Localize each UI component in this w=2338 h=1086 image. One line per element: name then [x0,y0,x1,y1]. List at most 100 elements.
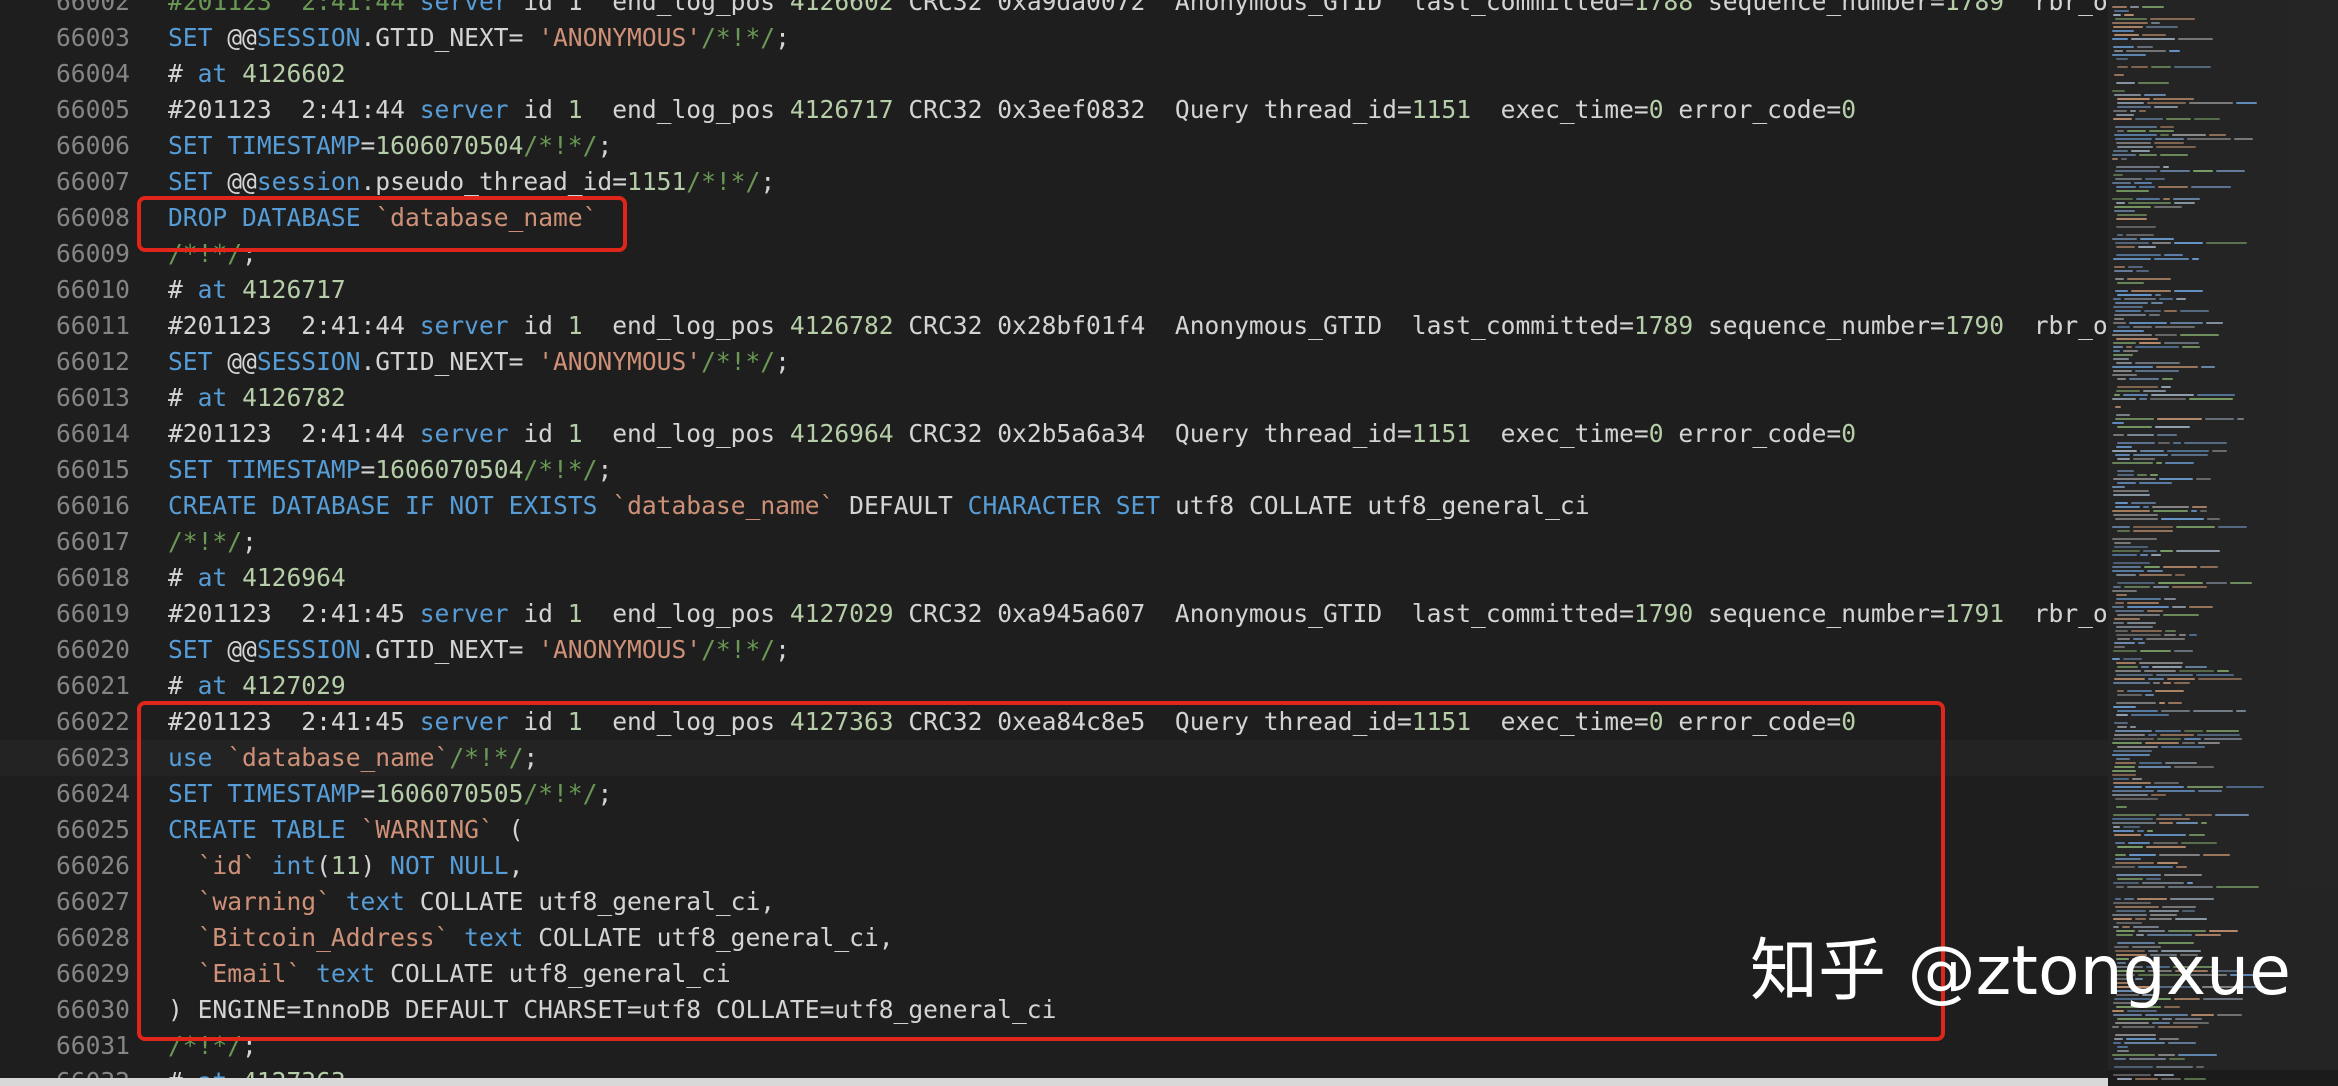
minimap-line [2187,786,2223,788]
minimap-line [2124,898,2134,900]
code-line[interactable]: 66014 #201123 2:41:44 server id 1 end_log… [0,416,2108,452]
minimap-line [2184,738,2201,740]
minimap-line [2174,66,2211,68]
code-line[interactable]: 66018 # at 4126964 [0,560,2108,596]
minimap-line [2147,610,2163,612]
code-line[interactable]: 66019 #201123 2:41:45 server id 1 end_log… [0,596,2108,632]
code-token: `database_name` [612,491,835,520]
minimap-line [2123,826,2140,828]
minimap-line [2117,66,2128,68]
minimap-line [2112,794,2148,796]
minimap-line [2201,366,2215,368]
minimap-line [2138,766,2171,768]
code-token: 4127029 [789,599,894,628]
minimap-line [2115,242,2149,244]
code-token: end_log_pos [582,599,790,628]
code-line[interactable]: 66010 # at 4126717 [0,272,2108,308]
code-line[interactable]: 66012 SET @@SESSION.GTID_NEXT= 'ANONYMOUS… [0,344,2108,380]
minimap-line [2116,922,2142,924]
minimap-line [2133,454,2168,456]
minimap-line [2216,170,2245,172]
minimap-line [2138,246,2156,248]
minimap-line [2151,22,2160,24]
code-text: # at 4126602 [168,56,346,92]
minimap-line [2114,10,2129,12]
line-number: 66006 [55,131,130,160]
code-line[interactable]: 66004 # at 4126602 [0,56,2108,92]
code-line[interactable]: 66021 # at 4127029 [0,668,2108,704]
code-token: 1789 [1944,0,2005,16]
minimap-line [2115,610,2144,612]
minimap-line [2130,6,2139,8]
code-line[interactable]: 66020 SET @@SESSION.GTID_NEXT= 'ANONYMOUS… [0,632,2108,668]
minimap-line [2117,878,2143,880]
minimap-line [2115,502,2128,504]
line-number: 66016 [55,491,130,520]
code-token: DEFAULT [834,491,968,520]
minimap-line [2113,682,2150,684]
minimap-line [2157,738,2181,740]
minimap-line [2115,178,2142,180]
minimap[interactable] [2108,0,2338,1086]
minimap-line [2112,554,2137,556]
minimap-line [2116,910,2146,912]
code-token: NOT [449,491,494,520]
minimap-line [2138,866,2173,868]
minimap-line [2160,126,2174,128]
code-token: CREATE [168,491,257,520]
minimap-line [2116,446,2132,448]
minimap-line [2143,550,2157,552]
code-line[interactable]: 66013 # at 4126782 [0,380,2108,416]
code-token: exec_time= [1471,419,1649,448]
code-token: ; [597,131,613,160]
code-line[interactable]: 66002 #201123 2:41:44 server id 1 end_log… [0,0,2108,20]
code-line[interactable]: 66006 SET TIMESTAMP=1606070504/*!*/; [0,128,2108,164]
code-line[interactable]: 66016 CREATE DATABASE IF NOT EXISTS `data… [0,488,2108,524]
minimap-line [2148,734,2157,736]
code-token: error_code= [1663,95,1842,124]
code-line[interactable]: 66007 SET @@session.pseudo_thread_id=1151… [0,164,2108,200]
minimap-line [2151,794,2166,796]
code-token: server [419,0,509,16]
line-number: 66028 [55,923,130,952]
minimap-line [2114,318,2124,320]
code-text: CREATE DATABASE IF NOT EXISTS `database_… [168,488,1590,524]
code-text: SET @@session.pseudo_thread_id=1151/*!*/… [168,164,775,200]
minimap-line [2135,362,2180,364]
code-line[interactable]: 66005 #201123 2:41:44 server id 1 end_log… [0,92,2108,128]
code-line[interactable]: 66015 SET TIMESTAMP=1606070504/*!*/; [0,452,2108,488]
minimap-line [2163,166,2169,168]
code-line[interactable]: 66017 /*!*/; [0,524,2108,560]
code-line[interactable]: 66003 SET @@SESSION.GTID_NEXT= 'ANONYMOUS… [0,20,2108,56]
horizontal-scrollbar[interactable] [0,1078,2108,1086]
minimap-line [2139,398,2147,400]
minimap-line [2149,314,2160,316]
minimap-line [2205,418,2234,420]
code-line[interactable]: 66011 #201123 2:41:44 server id 1 end_log… [0,308,2108,344]
minimap-line [2115,290,2128,292]
minimap-line [2137,830,2144,832]
minimap-line [2181,842,2217,844]
minimap-line [2155,730,2181,732]
minimap-line [2156,818,2190,820]
minimap-line [2116,218,2147,220]
code-token: 1 [567,311,583,340]
code-token: # [168,59,198,88]
code-token: 4126717 [242,275,346,304]
minimap-line [2127,278,2171,280]
code-token: /*!*/ [523,455,598,484]
minimap-line [2117,458,2130,460]
minimap-line [2187,882,2193,884]
code-text: SET @@SESSION.GTID_NEXT= 'ANONYMOUS'/*!*… [168,632,790,668]
minimap-line [2139,186,2155,188]
minimap-line [2175,918,2207,920]
minimap-line [2113,1074,2151,1076]
minimap-line [2113,26,2143,28]
minimap-line [2112,238,2137,240]
minimap-line [2114,734,2145,736]
minimap-line [2113,14,2121,16]
minimap-line [2159,854,2200,856]
code-token: 0 [1841,419,1857,448]
highlight-box-drop-database [137,196,627,252]
minimap-line [2139,110,2146,112]
